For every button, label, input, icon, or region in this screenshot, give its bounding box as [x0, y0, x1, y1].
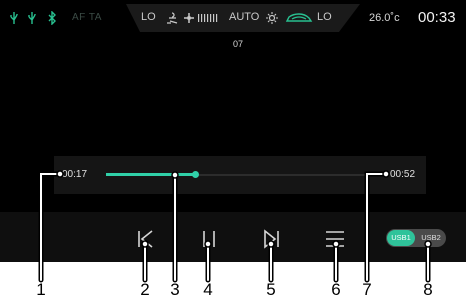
- callout-7: 7: [362, 280, 372, 299]
- callout-5: 5: [266, 280, 276, 299]
- callout-1: 1: [36, 280, 46, 299]
- callout-3: 3: [170, 280, 180, 299]
- callout-lines: [38, 170, 432, 283]
- callout-8: 8: [423, 280, 433, 299]
- callout-2: 2: [140, 280, 150, 299]
- callout-6: 6: [331, 280, 341, 299]
- callout-4: 4: [203, 280, 213, 299]
